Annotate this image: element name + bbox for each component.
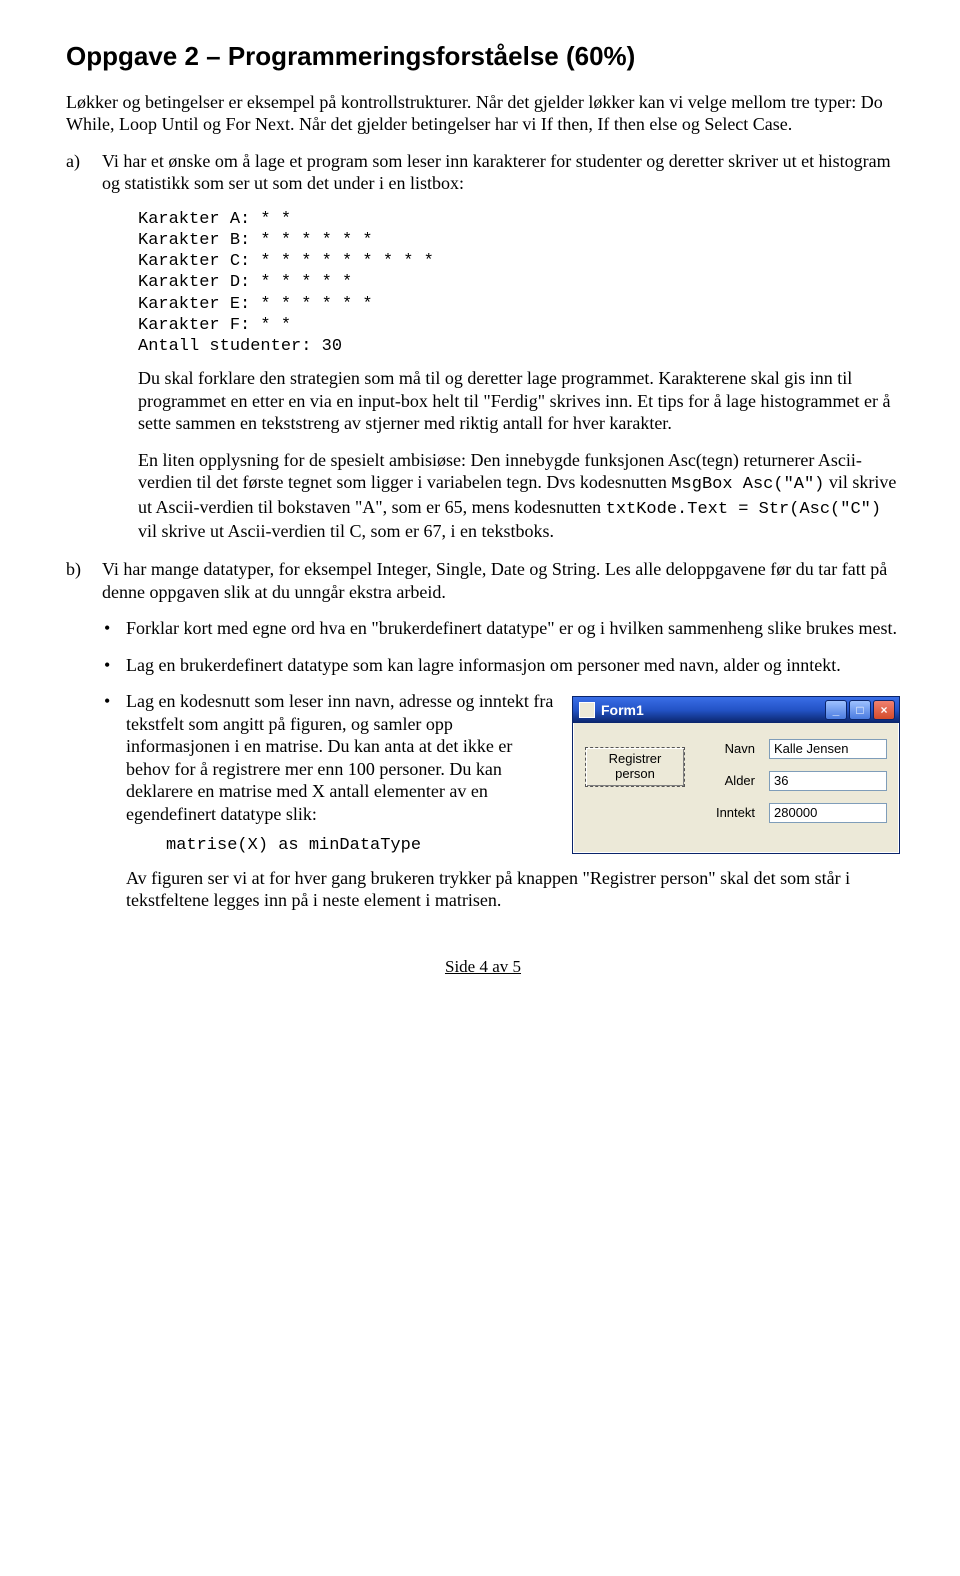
vb-titlebar[interactable]: Form1 _ □ × <box>573 697 899 723</box>
b-paragraph-after: Av figuren ser vi at for hver gang bruke… <box>126 867 900 912</box>
close-icon[interactable]: × <box>873 700 895 720</box>
vb-client-area: Registrer person Navn Kalle Jensen Alder… <box>573 723 899 853</box>
input-navn[interactable]: Kalle Jensen <box>769 739 887 759</box>
page-heading: Oppgave 2 – Programmeringsforståelse (60… <box>66 40 900 73</box>
a-code-1: MsgBox Asc("A") <box>671 475 824 494</box>
a-code-2: txtKode.Text = Str(Asc("C") <box>606 500 881 519</box>
item-a: a) Vi har et ønske om å lage et program … <box>66 150 900 543</box>
vb-title: Form1 <box>601 702 825 720</box>
item-b: b) Vi har mange datatyper, for eksempel … <box>66 558 900 925</box>
b-bullet-1: Forklar kort med egne ord hva en "bruker… <box>102 617 900 640</box>
vb-form-window: Form1 _ □ × Registrer person Navn K <box>572 696 900 854</box>
b-bullet-2: Lag en brukerdefinert datatype som kan l… <box>102 654 900 677</box>
a-paragraph-2: Du skal forklare den strategien som må t… <box>138 367 900 435</box>
marker-a: a) <box>66 150 80 173</box>
minimize-icon[interactable]: _ <box>825 700 847 720</box>
label-inntekt: Inntekt <box>585 805 769 821</box>
marker-b: b) <box>66 558 81 581</box>
a-listing: Karakter A: * * Karakter B: * * * * * * … <box>138 209 900 358</box>
a-paragraph-3: En liten opplysning for de spesielt ambi… <box>138 449 900 543</box>
intro-paragraph: Løkker og betingelser er eksempel på kon… <box>66 91 900 136</box>
b-bullet-3: Lag en kodesnutt som leser inn navn, adr… <box>126 691 553 824</box>
maximize-icon[interactable]: □ <box>849 700 871 720</box>
a-p3-post: vil skrive ut Ascii-verdien til C, som e… <box>138 521 554 541</box>
page-footer: Side 4 av 5 <box>66 956 900 977</box>
vb-app-icon <box>579 702 595 718</box>
b-bullet-3-wrap: Form1 _ □ × Registrer person Navn K <box>102 690 900 925</box>
register-person-button[interactable]: Registrer person <box>585 747 685 787</box>
b-paragraph-1: Vi har mange datatyper, for eksempel Int… <box>102 558 900 603</box>
input-inntekt[interactable]: 280000 <box>769 803 887 823</box>
input-alder[interactable]: 36 <box>769 771 887 791</box>
a-paragraph-1: Vi har et ønske om å lage et program som… <box>102 150 900 195</box>
